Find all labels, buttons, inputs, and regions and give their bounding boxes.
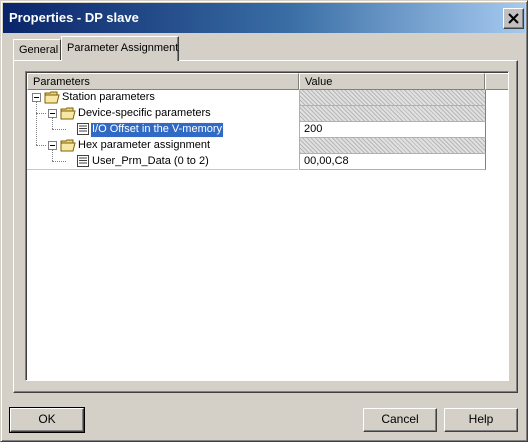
grid-bottom-line bbox=[27, 169, 298, 170]
value-cell bbox=[299, 106, 486, 122]
value-cell[interactable]: 00,00,C8 bbox=[299, 154, 486, 170]
tab-parameter-assignment[interactable]: Parameter Assignment bbox=[61, 36, 179, 61]
collapse-toggle[interactable] bbox=[32, 93, 41, 102]
collapse-toggle[interactable] bbox=[48, 141, 57, 150]
tree-row-device-specific-parameters[interactable]: Device-specific parameters bbox=[27, 106, 486, 122]
column-header-value[interactable]: Value bbox=[299, 73, 485, 90]
title-bar[interactable]: Properties - DP slave bbox=[3, 3, 525, 33]
tree-label: Hex parameter assignment bbox=[78, 139, 211, 151]
tree-row-station-parameters[interactable]: Station parameters bbox=[27, 90, 486, 106]
column-header-parameters[interactable]: Parameters bbox=[27, 73, 299, 90]
parameter-grid: Parameters Value Station parameters Devi… bbox=[25, 71, 509, 381]
value-cell bbox=[299, 138, 486, 154]
parameter-list-icon bbox=[77, 155, 89, 167]
column-header-filler bbox=[485, 73, 508, 90]
value-cell[interactable]: 200 bbox=[299, 122, 486, 138]
parameter-assignment-panel: Parameters Value Station parameters Devi… bbox=[13, 60, 518, 393]
window-title: Properties - DP slave bbox=[9, 10, 139, 25]
tree-row-user-prm-data[interactable]: User_Prm_Data (0 to 2) 00,00,C8 bbox=[27, 154, 486, 170]
tab-general[interactable]: General bbox=[13, 39, 61, 61]
cancel-button[interactable]: Cancel bbox=[363, 408, 437, 432]
tree-label: I/O Offset in the V-memory bbox=[89, 122, 225, 138]
collapse-toggle[interactable] bbox=[48, 109, 57, 118]
folder-open-icon bbox=[60, 107, 76, 120]
close-button[interactable] bbox=[503, 8, 524, 29]
tree-row-hex-parameter-assignment[interactable]: Hex parameter assignment bbox=[27, 138, 486, 154]
grid-header: Parameters Value bbox=[27, 73, 508, 90]
tree-label: User_Prm_Data (0 to 2) bbox=[92, 155, 209, 167]
folder-open-icon bbox=[44, 91, 60, 104]
value-cell bbox=[299, 90, 486, 106]
tree-row-io-offset[interactable]: I/O Offset in the V-memory 200 bbox=[27, 122, 486, 138]
tree-label: Station parameters bbox=[62, 91, 155, 103]
parameter-list-icon bbox=[77, 123, 89, 135]
help-button[interactable]: Help bbox=[444, 408, 518, 432]
close-icon bbox=[508, 13, 519, 24]
ok-button[interactable]: OK bbox=[9, 407, 85, 433]
tree-label: Device-specific parameters bbox=[78, 107, 211, 119]
folder-open-icon bbox=[60, 139, 76, 152]
